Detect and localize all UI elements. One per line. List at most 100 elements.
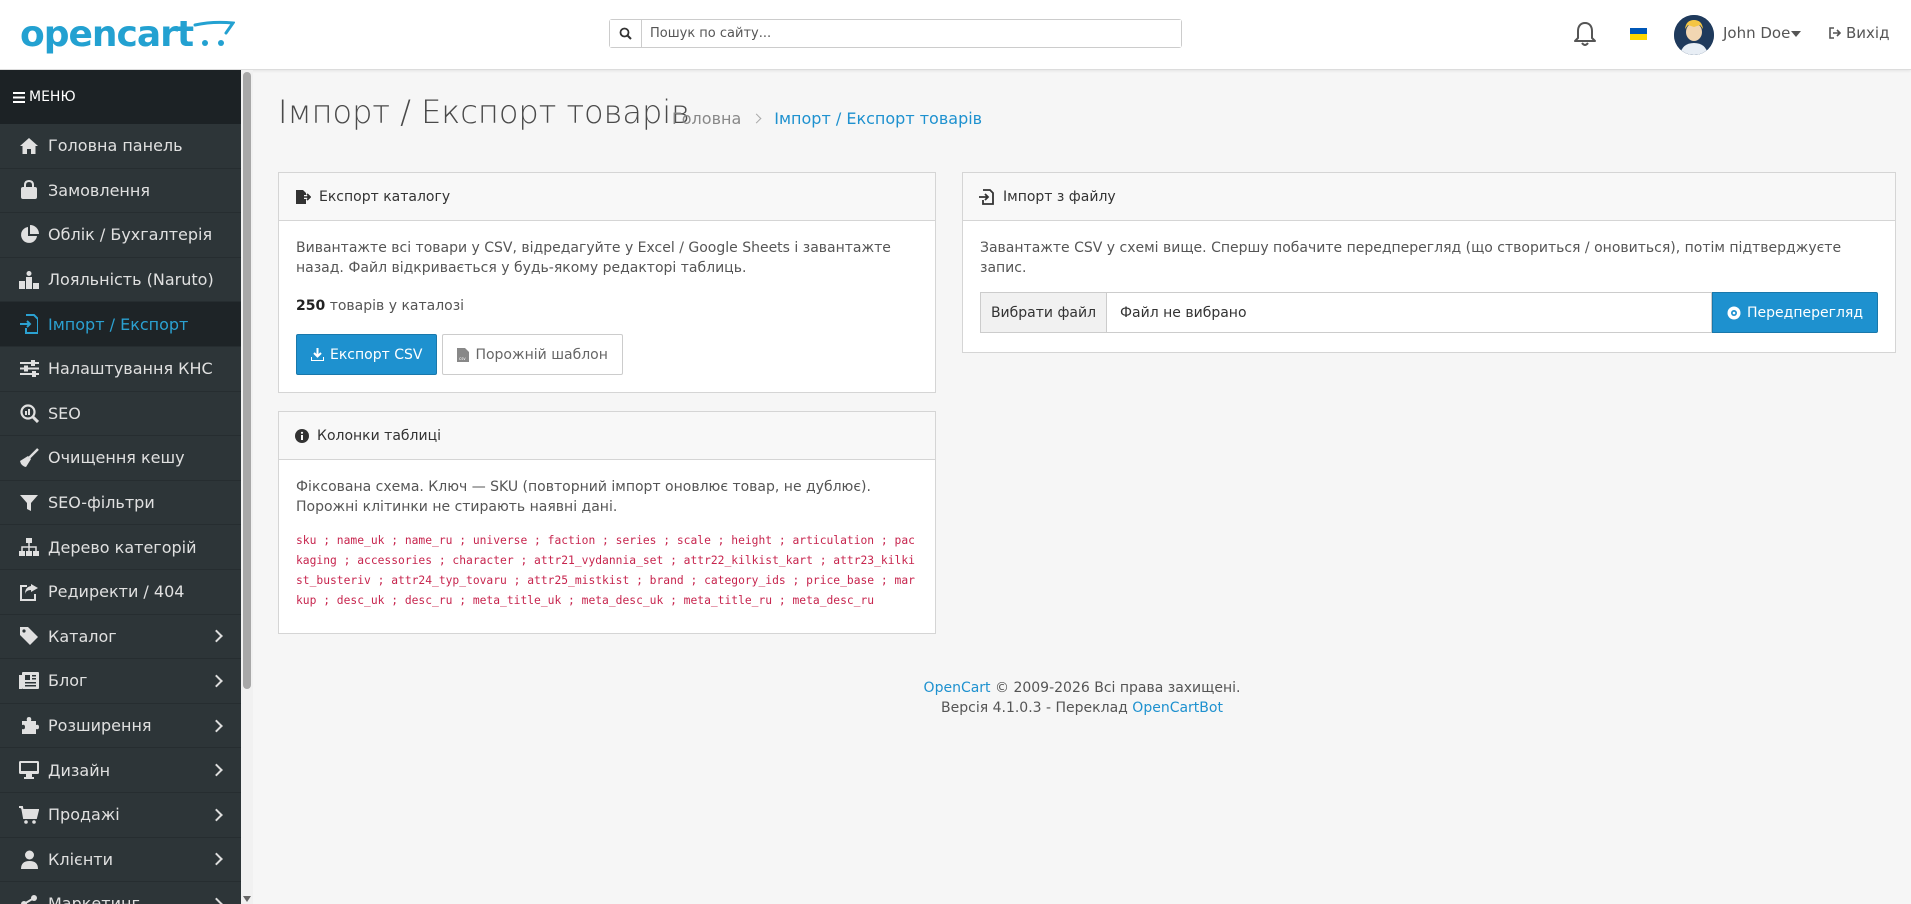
eye-icon [1727,306,1741,319]
file-import-icon [979,188,994,205]
scrollbar-thumb[interactable] [243,72,251,689]
footer-version: Версія 4.1.0.3 - Переклад [941,700,1128,716]
sidebar-item-marketing[interactable]: Маркетинг [0,882,241,904]
sign-out-icon [1829,27,1842,39]
sidebar-item-redirects[interactable]: Редиректи / 404 [0,570,241,615]
chevron-right-icon [210,897,223,904]
scroll-down-arrow-icon[interactable] [243,896,251,902]
opencart-logo[interactable]: opencart [20,12,236,56]
magnifier-chart-icon [19,403,39,423]
logout-link[interactable]: Вихід [1828,24,1889,42]
sidebar-item-label: Блог [48,671,88,691]
file-import-icon [19,314,39,335]
import-card-header: Імпорт з файлу [963,173,1895,221]
user-avatar[interactable] [1674,15,1714,55]
sidebar-item-catalog[interactable]: Каталог [0,615,241,660]
file-name-display[interactable]: Файл не вибрано [1107,292,1712,333]
sidebar-item-label: Клієнти [48,849,113,869]
breadcrumb-separator-icon [751,113,762,124]
sliders-icon [19,359,39,379]
product-count: 250 [296,298,326,314]
page-title: Імпорт / Експорт товарів [278,93,690,131]
sidebar-item-label: Головна панель [48,136,183,156]
sidebar-item-label: Розширення [48,716,152,736]
footer-opencart-link[interactable]: OpenCart [924,680,991,696]
sidebar-item-design[interactable]: Дизайн [0,748,241,793]
sidebar-item-loyalty[interactable]: Лояльність (Naruto) [0,258,241,303]
sidebar-item-import-export[interactable]: Імпорт / Експорт [0,302,241,347]
export-csv-button[interactable]: Експорт CSV [296,334,438,375]
import-card-title: Імпорт з файлу [1003,188,1116,205]
columns-schema-code: sku ; name_uk ; name_ru ; universe ; fac… [296,534,915,607]
menu-title: МЕНЮ [29,89,76,105]
ukrainian-flag-icon[interactable] [1630,28,1647,40]
file-csv-icon: csv [457,347,470,362]
footer-copyright: © 2009-2026 Всі права захищені. [995,680,1241,696]
breadcrumb-current-link[interactable]: Імпорт / Експорт товарів [774,109,982,128]
home-icon [19,136,39,156]
search-input[interactable] [642,20,1181,47]
sidebar-item-label: Імпорт / Експорт [48,314,189,334]
logo-text: opencart [20,13,194,55]
desktop-icon [19,760,39,780]
sidebar-item-label: Налаштування КНС [48,359,213,379]
product-count-line: 250 товарів у каталозі [296,296,918,316]
sidebar-item-extensions[interactable]: Розширення [0,704,241,749]
sidebar-item-label: SEO [48,403,81,423]
sidebar-item-label: Замовлення [48,180,150,200]
sidebar-scrollbar[interactable] [241,70,253,904]
export-card: Експорт каталогу Вивантажте всі товари у… [278,172,936,393]
sidebar-item-category-tree[interactable]: Дерево категорій [0,525,241,570]
breadcrumb-home-link[interactable]: Головна [672,109,741,128]
user-icon [19,849,39,869]
menu-toggle[interactable]: МЕНЮ [0,70,241,124]
hamburger-icon [13,91,25,103]
user-name[interactable]: John Doe [1723,24,1790,42]
top-header: opencart John Doe [0,0,1911,70]
info-circle-icon [295,428,309,443]
pie-chart-icon [19,225,39,245]
podium-icon [19,270,39,290]
footer-translator-link[interactable]: OpenCartBot [1132,700,1223,716]
search-box [609,19,1182,48]
export-csv-label: Експорт CSV [330,346,423,363]
sidebar-item-seo[interactable]: SEO [0,392,241,437]
sidebar-item-cache[interactable]: Очищення кешу [0,436,241,481]
notifications-bell-icon[interactable] [1573,20,1597,48]
sidebar-item-label: Продажі [48,805,120,825]
sidebar-item-accounting[interactable]: Облік / Бухгалтерія [0,213,241,258]
sidebar-item-label: Маркетинг [48,894,140,904]
sidebar-item-kns-settings[interactable]: Налаштування КНС [0,347,241,392]
sidebar-item-seo-filters[interactable]: SEO-фільтри [0,481,241,526]
sidebar-item-customers[interactable]: Клієнти [0,838,241,883]
sidebar-item-orders[interactable]: Замовлення [0,169,241,214]
sidebar-item-label: Дерево категорій [48,537,197,557]
breadcrumb: Головна Імпорт / Експорт товарів [672,109,982,128]
empty-template-button[interactable]: csv Порожній шаблон [442,334,623,375]
share-square-icon [19,582,39,602]
chevron-right-icon [210,763,223,777]
puzzle-icon [19,716,39,736]
import-description: Завантажте CSV у схемі вище. Спершу поба… [980,240,1842,276]
columns-card-header: Колонки таблиці [279,412,935,460]
search-button[interactable] [610,20,642,47]
sidebar-item-label: Очищення кешу [48,448,185,468]
export-card-header: Експорт каталогу [279,173,935,221]
export-card-title: Експорт каталогу [319,188,451,205]
sidebar-item-label: Облік / Бухгалтерія [48,225,213,245]
chevron-right-icon [210,674,223,688]
export-description: Вивантажте всі товари у CSV, відредагуйт… [296,240,891,276]
filter-icon [19,493,39,513]
sidebar-item-sales[interactable]: Продажі [0,793,241,838]
preview-button[interactable]: Передперегляд [1712,292,1878,333]
preview-label: Передперегляд [1747,304,1863,321]
empty-template-label: Порожній шаблон [475,346,608,363]
svg-text:csv: csv [459,356,466,361]
choose-file-button[interactable]: Вибрати файл [980,292,1107,333]
columns-card-title: Колонки таблиці [317,427,442,444]
sidebar-item-dashboard[interactable]: Головна панель [0,124,241,169]
file-input-group: Вибрати файл Файл не вибрано Передперегл… [980,292,1878,333]
product-count-label: товарів у каталозі [329,298,465,314]
sidebar-item-blog[interactable]: Блог [0,659,241,704]
user-dropdown-caret-icon[interactable] [1791,31,1801,37]
